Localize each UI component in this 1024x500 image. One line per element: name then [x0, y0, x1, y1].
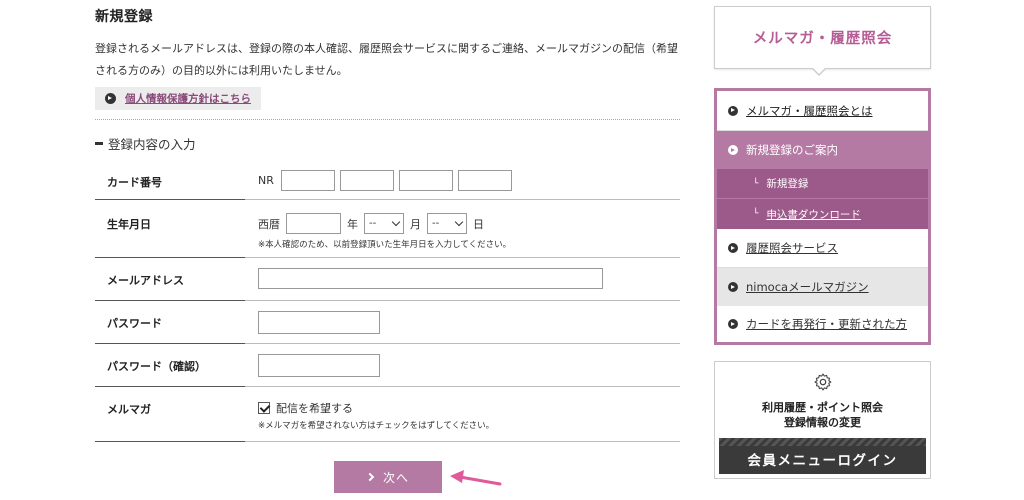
birth-month-value: --: [369, 218, 377, 229]
password-label: パスワード: [95, 301, 245, 344]
password-input[interactable]: [258, 311, 380, 334]
sidebar-item-label: メルマガ・履歴照会とは: [746, 103, 873, 118]
sidebar-header: メルマガ・履歴照会: [714, 6, 931, 69]
sidebar-subitem-label: 申込書ダウンロード: [766, 208, 861, 221]
privacy-policy-link-label: 個人情報保護方針はこちら: [125, 93, 251, 105]
sidebar-subitem-new-registration[interactable]: └ 新規登録: [717, 169, 928, 199]
member-login-button[interactable]: 会員メニューログイン: [719, 438, 926, 474]
section-title-label: 登録内容の入力: [108, 137, 196, 152]
form-row-email: メールアドレス: [95, 258, 680, 301]
year-unit: 年: [347, 217, 358, 231]
sidebar-item-reissued-card[interactable]: カードを再発行・更新された方: [717, 306, 928, 342]
sidebar-item-label: カードを再発行・更新された方: [746, 317, 907, 331]
birth-date-label: 生年月日: [95, 200, 245, 258]
form-row-password-confirm: パスワード（確認）: [95, 344, 680, 387]
page-title: 新規登録: [95, 9, 153, 25]
privacy-policy-link[interactable]: 個人情報保護方針はこちら: [95, 87, 261, 110]
divider: [95, 119, 680, 120]
section-title: 登録内容の入力: [95, 134, 196, 153]
sub-indent-icon: └: [753, 209, 759, 219]
stripe-decoration: [719, 438, 926, 446]
card-number-input-1[interactable]: [280, 170, 335, 191]
form-row-mailmag: メルマガ 配信を希望する ※メルマガを希望されない方はチェックをはずしてください…: [95, 387, 680, 442]
member-menu-box: 利用履歴・ポイント照会 登録情報の変更 会員メニューログイン: [714, 361, 931, 479]
password-confirm-input[interactable]: [258, 354, 380, 377]
day-unit: 日: [473, 217, 484, 231]
gear-icon: [814, 373, 832, 391]
card-number-input-3[interactable]: [398, 170, 453, 191]
member-line-1: 利用履歴・ポイント照会: [762, 401, 883, 414]
chevron-down-icon: [391, 217, 401, 227]
form-row-password: パスワード: [95, 301, 680, 344]
member-menu-description: 利用履歴・ポイント照会 登録情報の変更: [715, 400, 930, 430]
card-number-input-4[interactable]: [457, 170, 512, 191]
birth-year-input[interactable]: [286, 213, 341, 234]
arrow-circle-icon: [105, 93, 116, 104]
intro-text: 登録されるメールアドレスは、登録の際の本人確認、履歴照会サービスに関するご連絡、…: [95, 42, 678, 77]
sidebar-item-label: 新規登録のご案内: [746, 143, 838, 157]
mailmag-checkbox-label[interactable]: 配信を希望する: [276, 400, 353, 416]
card-number-field: NR: [245, 160, 680, 200]
next-button[interactable]: 次へ: [334, 461, 442, 493]
sidebar-item-label: 履歴照会サービス: [746, 241, 838, 255]
form-row-card: カード番号 NR: [95, 160, 680, 200]
arrow-circle-icon: [728, 105, 738, 116]
header-notch: [811, 67, 827, 76]
sidebar-item-mail-magazine[interactable]: nimocaメールマガジン: [717, 268, 928, 306]
email-field-cell: [245, 258, 680, 301]
password-confirm-label: パスワード（確認）: [95, 344, 245, 387]
month-unit: 月: [410, 217, 421, 231]
registration-form: カード番号 NR 生年月日 西暦 年 -- 月 -- 日 ※本人確認のため、以前…: [95, 160, 680, 442]
sidebar-item-label: nimocaメールマガジン: [746, 280, 869, 294]
birth-note: ※本人確認のため、以前登録頂いた生年月日を入力してください。: [258, 240, 512, 250]
sidebar-subitem-download[interactable]: └ 申込書ダウンロード: [717, 199, 928, 229]
card-prefix: NR: [258, 174, 274, 187]
birth-day-select[interactable]: --: [427, 213, 467, 234]
arrow-circle-icon: [728, 243, 738, 253]
password-field-cell: [245, 301, 680, 344]
birth-month-select[interactable]: --: [364, 213, 404, 234]
member-login-label: 会員メニューログイン: [747, 453, 898, 469]
dash-icon: [95, 142, 103, 145]
mailmag-note: ※メルマガを希望されない方はチェックをはずしてください。: [258, 421, 495, 431]
member-line-2: 登録情報の変更: [784, 416, 861, 429]
next-button-label: 次へ: [382, 470, 409, 485]
birth-date-field: 西暦 年 -- 月 -- 日 ※本人確認のため、以前登録頂いた生年月日を入力して…: [245, 200, 680, 258]
sub-indent-icon: └: [753, 178, 759, 189]
password-confirm-field-cell: [245, 344, 680, 387]
mailmag-label: メルマガ: [95, 387, 245, 442]
sidebar-item-registration-guide[interactable]: 新規登録のご案内: [717, 131, 928, 169]
era-label: 西暦: [258, 217, 280, 231]
arrow-circle-icon: [728, 319, 738, 329]
sidebar-item-history-service[interactable]: 履歴照会サービス: [717, 229, 928, 268]
card-number-label: カード番号: [95, 160, 245, 200]
card-number-input-2[interactable]: [339, 170, 394, 191]
mailmag-checkbox[interactable]: [258, 402, 270, 414]
email-label: メールアドレス: [95, 258, 245, 301]
sidebar-subitem-label: 新規登録: [766, 178, 809, 190]
form-row-birth: 生年月日 西暦 年 -- 月 -- 日 ※本人確認のため、以前登録頂いた生年月日…: [95, 200, 680, 258]
pointer-arrow-icon: [450, 470, 502, 486]
email-input[interactable]: [258, 268, 603, 289]
sidebar-menu: メルマガ・履歴照会とは 新規登録のご案内 └ 新規登録 └ 申込書ダウンロード …: [714, 88, 931, 345]
sidebar-item-about[interactable]: メルマガ・履歴照会とは: [717, 91, 928, 131]
sidebar-header-title: メルマガ・履歴照会: [752, 31, 893, 47]
arrow-circle-icon: [728, 282, 738, 292]
mailmag-field-cell: 配信を希望する ※メルマガを希望されない方はチェックをはずしてください。: [245, 387, 680, 442]
chevron-right-icon: [365, 472, 375, 482]
arrow-circle-icon: [728, 145, 738, 155]
chevron-down-icon: [454, 217, 464, 227]
birth-day-value: --: [432, 218, 440, 229]
